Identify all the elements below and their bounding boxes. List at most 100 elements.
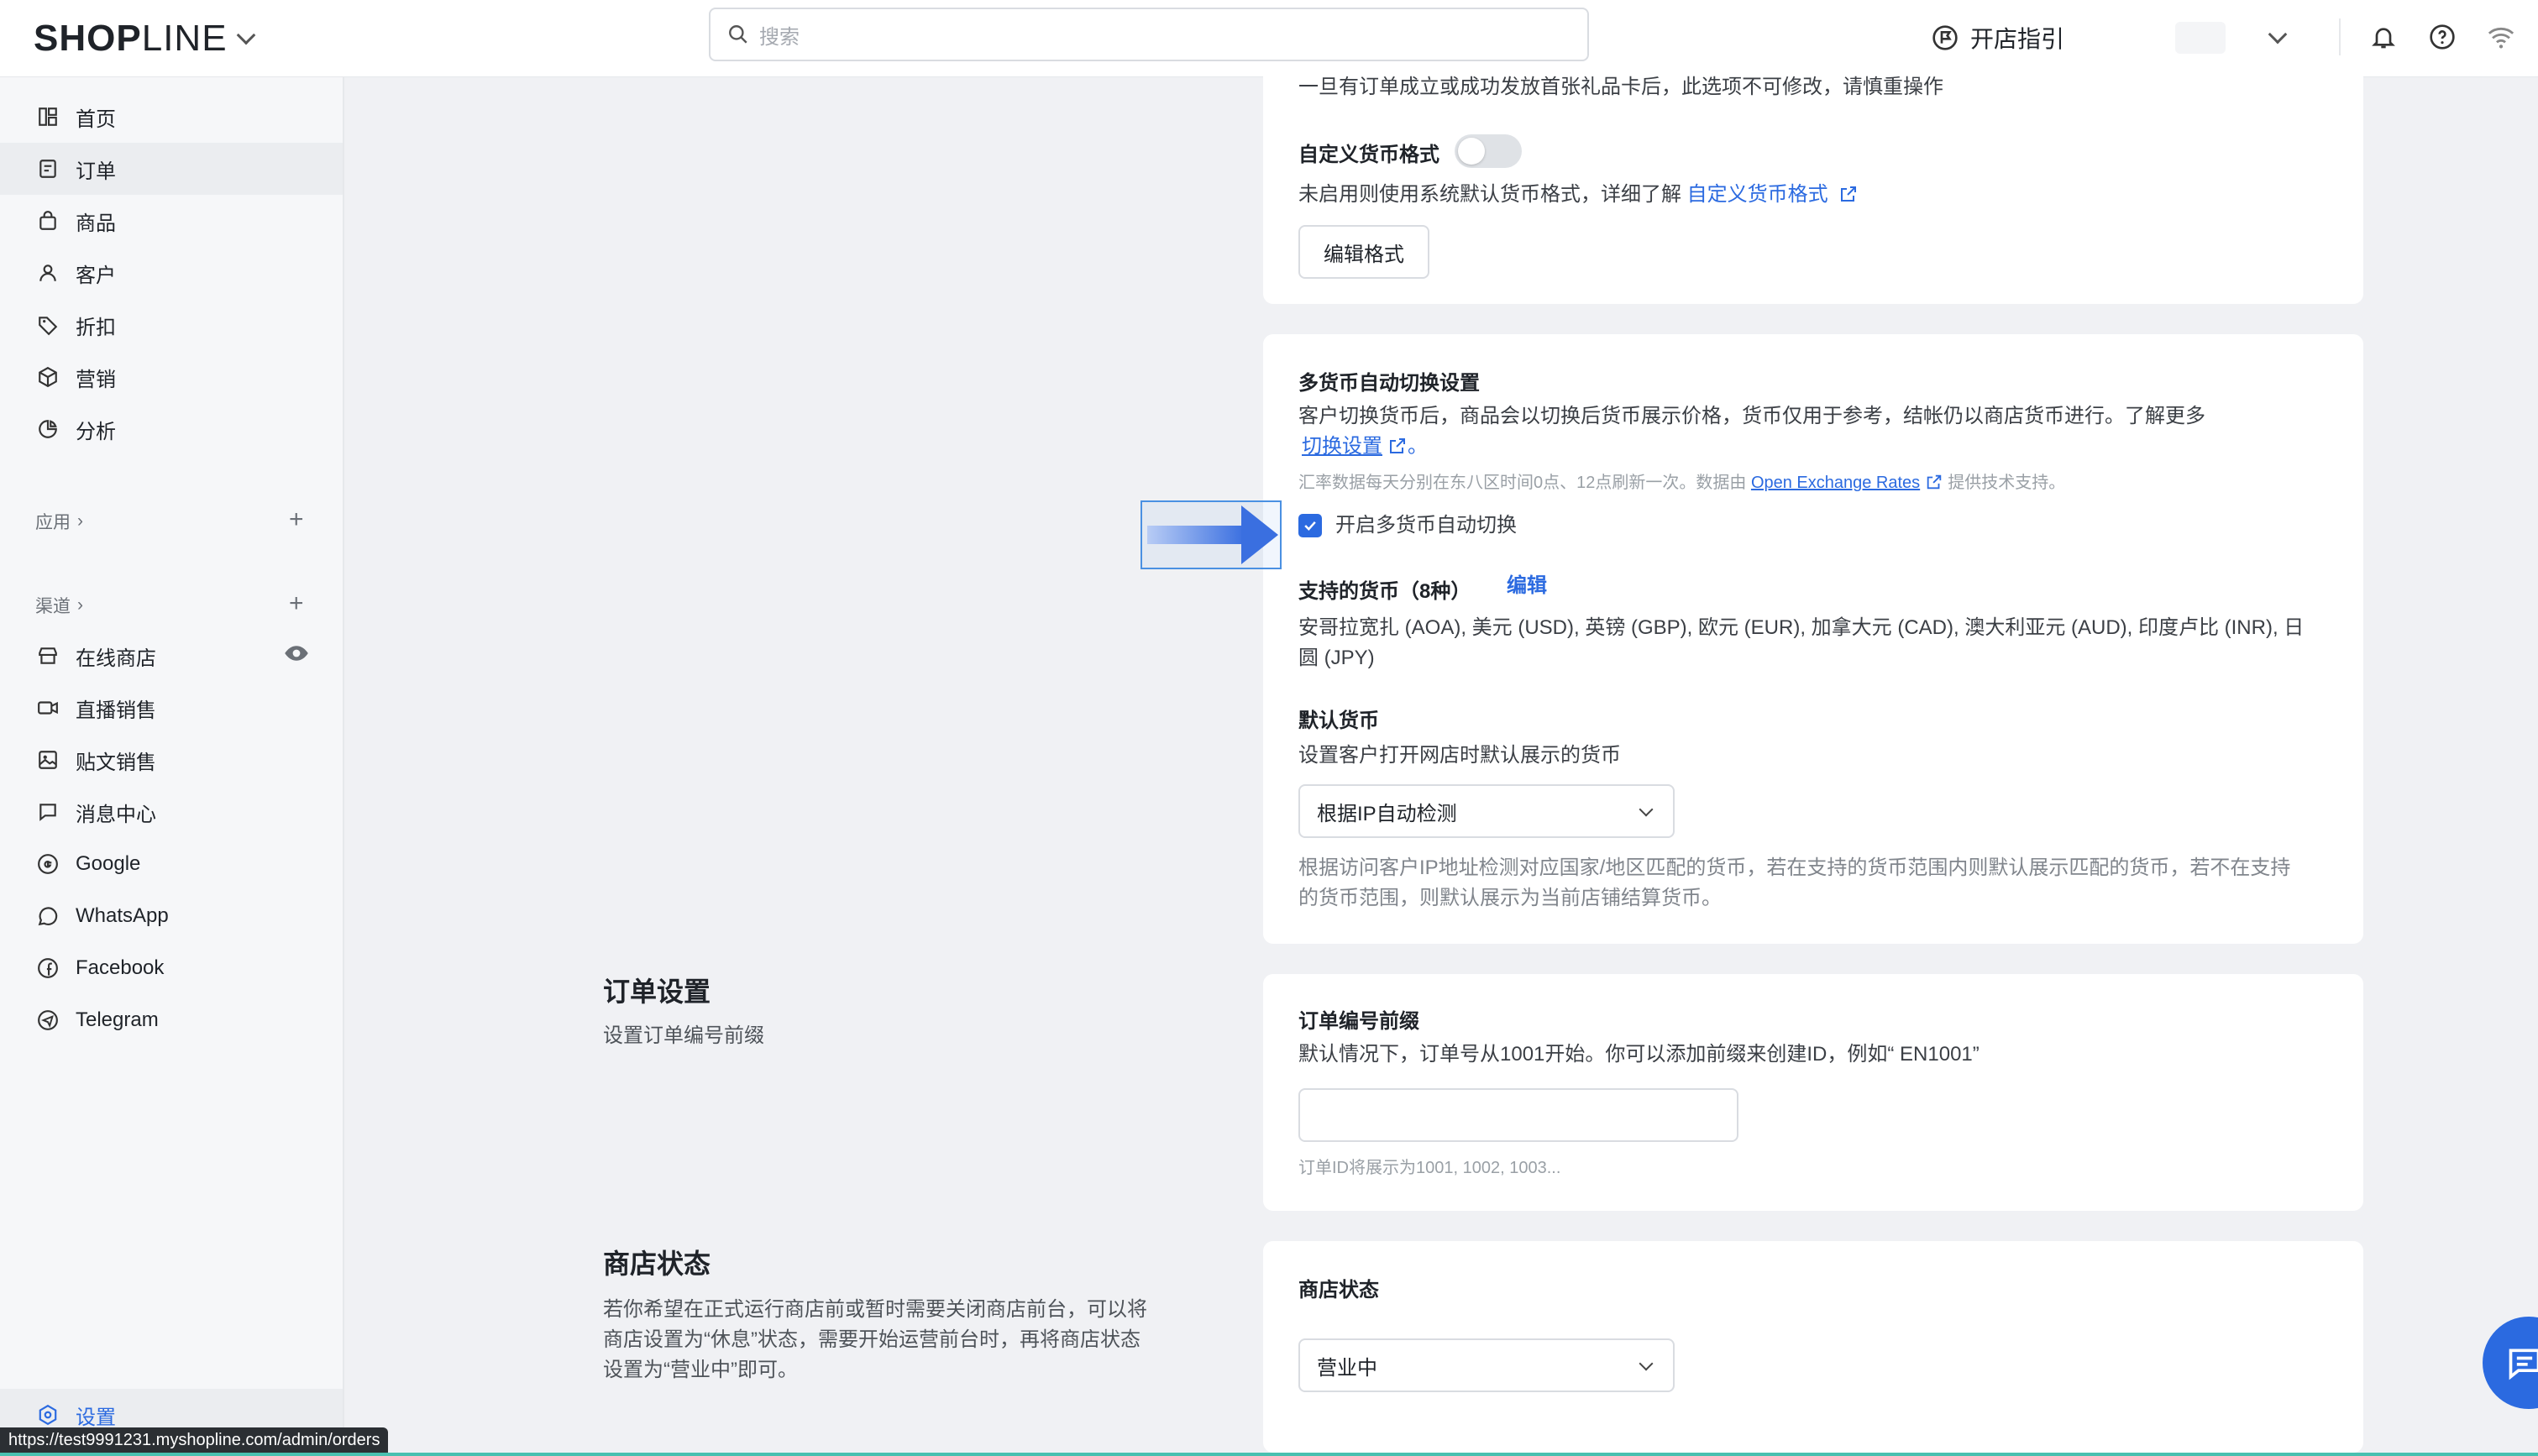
- edit-format-button[interactable]: 编辑格式: [1298, 225, 1429, 279]
- whatsapp-icon: [35, 903, 60, 929]
- chevron-down-icon: [2268, 24, 2288, 45]
- sidebar-item-facebook[interactable]: Facebook: [0, 942, 343, 994]
- sidebar-item-post-selling[interactable]: 贴文销售: [0, 734, 343, 786]
- tag-icon: [35, 312, 60, 338]
- sidebar-item-label: 商品: [76, 212, 116, 235]
- currency-format-card: 一旦有订单成立或成功发放首张礼品卡后，此选项不可修改，请慎重操作 自定义货币格式…: [1263, 67, 2363, 304]
- multi-currency-title: 多货币自动切换设置: [1298, 372, 1480, 395]
- sidebar-item-live-selling[interactable]: 直播销售: [0, 682, 343, 734]
- multi-currency-card: 多货币自动切换设置 客户切换货币后，商品会以切换后货币展示价格，货币仅用于参考，…: [1263, 334, 2363, 944]
- check-icon: [1304, 521, 1316, 531]
- cube-icon: [35, 364, 60, 390]
- search-placeholder: 搜索: [759, 25, 800, 49]
- default-currency-title: 默认货币: [1298, 710, 1379, 732]
- edit-currencies-link[interactable]: 编辑: [1507, 571, 1547, 601]
- default-currency-value: 根据IP自动检测: [1317, 802, 1457, 825]
- order-settings-title: 订单设置: [603, 977, 711, 1007]
- video-icon: [35, 695, 60, 720]
- sidebar-item-orders[interactable]: 订单: [0, 143, 343, 195]
- sidebar-item-label: 分析: [76, 420, 116, 443]
- external-link-icon[interactable]: [1387, 436, 1408, 456]
- sidebar-item-online-store[interactable]: 在线商店: [0, 630, 343, 682]
- logo-text: SHOPLINE: [34, 18, 228, 59]
- order-prefix-input[interactable]: [1298, 1088, 1738, 1142]
- sidebar-item-customers[interactable]: 客户: [0, 247, 343, 299]
- open-exchange-rates-link[interactable]: Open Exchange Rates: [1751, 474, 1920, 492]
- eye-icon[interactable]: [284, 644, 309, 668]
- store-name-placeholder: [2175, 22, 2226, 54]
- divider: [2339, 18, 2341, 55]
- rate-note: 汇率数据每天分别在东八区时间0点、12点刷新一次。数据由 Open Exchan…: [1298, 473, 2066, 492]
- enable-multi-currency-label: 开启多货币自动切换: [1335, 514, 1517, 537]
- sidebar-item-label: 设置: [76, 1406, 116, 1429]
- sidebar-item-label: 贴文销售: [76, 751, 156, 774]
- sidebar-item-telegram[interactable]: Telegram: [0, 994, 343, 1046]
- chevron-down-icon: [1639, 1356, 1654, 1371]
- sidebar-item-label: Google: [76, 852, 141, 875]
- home-icon: [35, 104, 60, 129]
- shopline-logo[interactable]: SHOPLINE: [34, 15, 255, 62]
- sidebar-item-analytics[interactable]: 分析: [0, 403, 343, 455]
- sidebar-item-label: Facebook: [76, 956, 165, 979]
- supported-currencies-title: 支持的货币（8种）: [1298, 580, 1471, 603]
- custom-format-label: 自定义货币格式: [1298, 144, 1439, 166]
- external-link-icon[interactable]: [1925, 473, 1943, 491]
- gear-icon: [35, 1402, 60, 1427]
- support-chat-button[interactable]: [2483, 1317, 2538, 1409]
- store-status-card: 商店状态 营业中: [1263, 1241, 2363, 1453]
- chevron-down-icon: [236, 25, 255, 45]
- external-link-icon[interactable]: [1838, 184, 1859, 204]
- arrow-right-icon: [1147, 505, 1278, 564]
- sidebar-item-home[interactable]: 首页: [0, 91, 343, 143]
- sidebar-item-marketing[interactable]: 营销: [0, 351, 343, 403]
- channels-section-label[interactable]: 渠道 ›: [35, 593, 83, 618]
- help-icon[interactable]: [2424, 18, 2461, 55]
- default-currency-desc: 设置客户打开网店时默认展示的货币: [1298, 744, 1621, 767]
- search-input[interactable]: 搜索: [709, 8, 1589, 61]
- wifi-icon[interactable]: [2483, 18, 2520, 55]
- sidebar-item-label: 营销: [76, 368, 116, 391]
- custom-format-toggle[interactable]: [1455, 134, 1522, 168]
- sidebar-item-whatsapp[interactable]: WhatsApp: [0, 890, 343, 942]
- order-icon: [35, 156, 60, 181]
- sidebar-item-discounts[interactable]: 折扣: [0, 299, 343, 351]
- search-icon: [729, 25, 747, 44]
- add-app-icon[interactable]: +: [289, 507, 304, 532]
- sidebar-item-products[interactable]: 商品: [0, 195, 343, 247]
- store-guide-label: 开店指引: [1970, 26, 2065, 52]
- sidebar-item-label: 在线商店: [76, 647, 156, 670]
- currency-warning-text: 一旦有订单成立或成功发放首张礼品卡后，此选项不可修改，请慎重操作: [1298, 76, 1943, 98]
- sidebar-item-label: 订单: [76, 160, 116, 183]
- store-icon: [35, 643, 60, 668]
- order-prefix-hint: 订单ID将展示为1001, 1002, 1003...: [1298, 1159, 1561, 1177]
- apps-section-label[interactable]: 应用 ›: [35, 509, 83, 534]
- order-prefix-title: 订单编号前缀: [1298, 1010, 1419, 1033]
- status-url-tooltip: https://test9991231.myshopline.com/admin…: [0, 1427, 389, 1456]
- order-settings-desc: 设置订单编号前缀: [603, 1024, 764, 1047]
- flag-icon: [1932, 25, 1958, 50]
- default-currency-select[interactable]: 根据IP自动检测: [1298, 784, 1675, 838]
- custom-format-link[interactable]: 自定义货币格式: [1687, 183, 1828, 206]
- order-prefix-desc: 默认情况下，订单号从1001开始。你可以添加前缀来创建ID，例如“ EN1001…: [1298, 1043, 1980, 1066]
- sidebar-item-label: Telegram: [76, 1008, 159, 1031]
- switch-settings-link[interactable]: 切换设置: [1302, 435, 1382, 458]
- user-icon: [35, 260, 60, 285]
- store-guide-button[interactable]: 开店指引: [1932, 17, 2064, 59]
- top-bar: SHOPLINE 搜索 开店指引: [0, 0, 2538, 77]
- supported-currencies-list: 安哥拉宽扎 (AOA), 美元 (USD), 英镑 (GBP), 欧元 (EUR…: [1298, 616, 2305, 669]
- sidebar-item-label: 直播销售: [76, 699, 156, 722]
- bag-icon: [35, 208, 60, 233]
- store-switcher[interactable]: [2150, 17, 2301, 59]
- add-channel-icon[interactable]: +: [289, 591, 304, 616]
- facebook-icon: [35, 956, 60, 981]
- sidebar-item-google[interactable]: Google: [0, 838, 343, 890]
- enable-multi-currency-checkbox[interactable]: [1298, 514, 1322, 537]
- custom-format-desc: 未启用则使用系统默认货币格式，详细了解 自定义货币格式: [1298, 180, 1859, 210]
- telegram-icon: [35, 1008, 60, 1033]
- image-icon: [35, 747, 60, 773]
- store-status-select[interactable]: 营业中: [1298, 1338, 1675, 1392]
- sidebar-item-message-center[interactable]: 消息中心: [0, 786, 343, 838]
- bell-icon[interactable]: [2365, 18, 2402, 55]
- sidebar: 首页 订单 商品 客户 折扣 营销 分析 应用 › + 渠道 › + 在线商店 直播…: [0, 77, 344, 1456]
- sidebar-item-label: 首页: [76, 107, 116, 131]
